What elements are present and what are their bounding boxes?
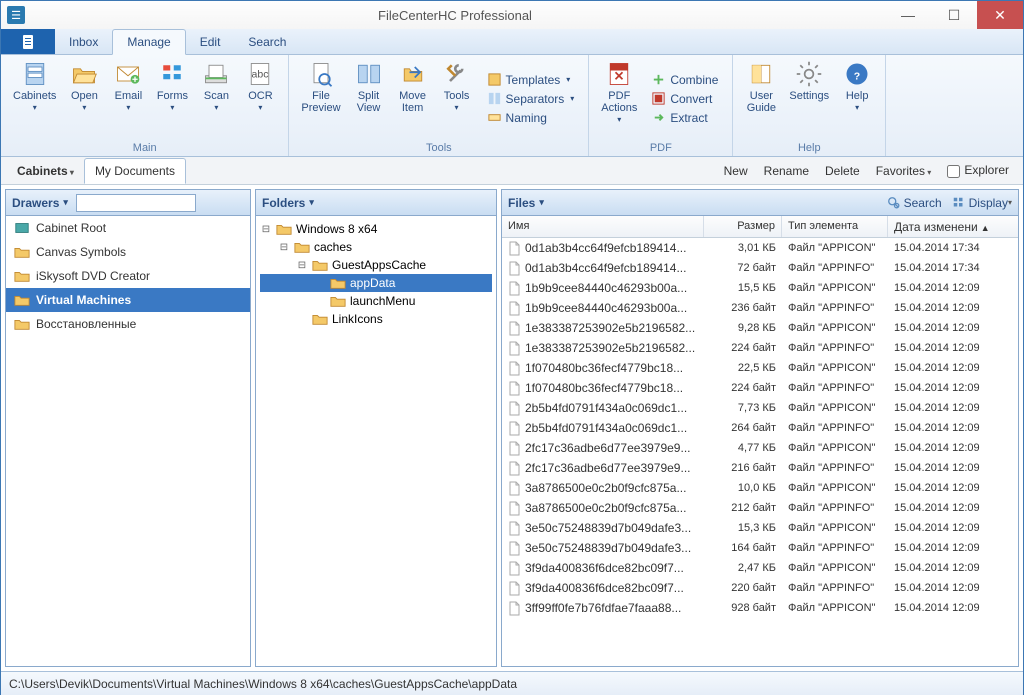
col-date[interactable]: Дата изменени ▲ (888, 216, 998, 237)
drawer-item[interactable]: Canvas Symbols (6, 240, 250, 264)
file-preview-button[interactable]: File Preview (295, 57, 346, 140)
file-row[interactable]: 0d1ab3b4cc64f9efcb189414...72 байтФайл "… (502, 258, 1018, 278)
tree-node[interactable]: launchMenu (260, 292, 492, 310)
drawer-item[interactable]: Восстановленные (6, 312, 250, 336)
titlebar: ☰ FileCenterHC Professional — ☐ ✕ (1, 1, 1023, 29)
scan-button[interactable]: Scan▾ (194, 57, 238, 140)
delete-action[interactable]: Delete (817, 164, 868, 178)
ocr-button[interactable]: abcOCR▾ (238, 57, 282, 140)
tab-search[interactable]: Search (234, 30, 300, 54)
rename-action[interactable]: Rename (756, 164, 817, 178)
svg-text:?: ? (854, 70, 860, 82)
tab-inbox[interactable]: Inbox (55, 30, 112, 54)
window-title: FileCenterHC Professional (25, 8, 885, 23)
drawer-item[interactable]: Virtual Machines (6, 288, 250, 312)
tab-edit[interactable]: Edit (186, 30, 235, 54)
tab-manage[interactable]: Manage (112, 29, 185, 55)
app-icon: ☰ (7, 6, 25, 24)
cabinets-button[interactable]: Cabinets▾ (7, 57, 62, 140)
file-row[interactable]: 2b5b4fd0791f434a0c069dc1...7,73 КБФайл "… (502, 398, 1018, 418)
drawers-header: Drawers▾ (6, 190, 250, 216)
group-main-label: Main (7, 140, 282, 156)
split-view-button[interactable]: Split View (347, 57, 391, 140)
settings-button[interactable]: Settings (783, 57, 835, 140)
file-row[interactable]: 1e383387253902e5b2196582...224 байтФайл … (502, 338, 1018, 358)
new-action[interactable]: New (716, 164, 756, 178)
files-panel: Files▾ Search Display Имя Размер Тип эле… (501, 189, 1019, 667)
tools-button[interactable]: Tools▾ (435, 57, 479, 140)
drawers-panel: Drawers▾ Cabinet RootCanvas SymbolsiSkys… (5, 189, 251, 667)
file-row[interactable]: 3a8786500e0c2b0f9cfc875a...212 байтФайл … (502, 498, 1018, 518)
file-row[interactable]: 3e50c75248839d7b049dafe3...164 байтФайл … (502, 538, 1018, 558)
minimize-button[interactable]: — (885, 1, 931, 29)
explorer-check[interactable]: Explorer (939, 163, 1017, 177)
move-item-button[interactable]: Move Item (391, 57, 435, 140)
file-row[interactable]: 1e383387253902e5b2196582...9,28 КБФайл "… (502, 318, 1018, 338)
files-column-header: Имя Размер Тип элемента Дата изменени ▲ (502, 216, 1018, 238)
separators-button[interactable]: Separators▾ (483, 89, 579, 108)
cabinets-dropdown[interactable]: Cabinets (7, 159, 84, 183)
main-area: Drawers▾ Cabinet RootCanvas SymbolsiSkys… (1, 185, 1023, 671)
tree-node[interactable]: ⊟Windows 8 x64 (260, 220, 492, 238)
file-row[interactable]: 1f070480bc36fecf4779bc18...224 байтФайл … (502, 378, 1018, 398)
svg-text:abc: abc (252, 69, 269, 81)
email-button[interactable]: Email▾ (106, 57, 150, 140)
file-row[interactable]: 3e50c75248839d7b049dafe3...15,3 КБФайл "… (502, 518, 1018, 538)
close-button[interactable]: ✕ (977, 1, 1023, 29)
files-header: Files▾ Search Display (502, 190, 1018, 216)
file-row[interactable]: 3f9da400836f6dce82bc09f7...220 байтФайл … (502, 578, 1018, 598)
tree-node[interactable]: LinkIcons (260, 310, 492, 328)
file-row[interactable]: 0d1ab3b4cc64f9efcb189414...3,01 КБФайл "… (502, 238, 1018, 258)
user-guide-button[interactable]: User Guide (739, 57, 783, 140)
favorites-action[interactable]: Favorites (868, 164, 940, 178)
naming-button[interactable]: Naming (483, 108, 579, 127)
menu-tabs: Inbox Manage Edit Search (1, 29, 1023, 55)
file-row[interactable]: 2fc17c36adbe6d77ee3979e9...216 байтФайл … (502, 458, 1018, 478)
drawers-filter-input[interactable] (76, 194, 196, 212)
file-row[interactable]: 2b5b4fd0791f434a0c069dc1...264 байтФайл … (502, 418, 1018, 438)
file-tab[interactable] (1, 29, 55, 54)
file-row[interactable]: 3a8786500e0c2b0f9cfc875a...10,0 КБФайл "… (502, 478, 1018, 498)
extract-button[interactable]: Extract (647, 108, 722, 127)
open-button[interactable]: Open▾ (62, 57, 106, 140)
combine-button[interactable]: Combine (647, 70, 722, 89)
status-bar: C:\Users\Devik\Documents\Virtual Machine… (1, 671, 1023, 695)
tree-node[interactable]: ⊟caches (260, 238, 492, 256)
group-help-label: Help (739, 140, 879, 156)
file-row[interactable]: 2fc17c36adbe6d77ee3979e9...4,77 КБФайл "… (502, 438, 1018, 458)
col-type[interactable]: Тип элемента (782, 216, 888, 237)
tab-my-documents[interactable]: My Documents (84, 158, 186, 184)
drawer-item[interactable]: iSkysoft DVD Creator (6, 264, 250, 288)
folders-header: Folders▾ (256, 190, 496, 216)
ribbon: Cabinets▾ Open▾ Email▾ Forms▾ Scan▾ abcO… (1, 55, 1023, 157)
help-button[interactable]: ?Help▾ (835, 57, 879, 140)
folders-panel: Folders▾ ⊟Windows 8 x64⊟caches⊟GuestApps… (255, 189, 497, 667)
pdf-actions-button[interactable]: PDF Actions▾ (595, 57, 643, 140)
tree-node[interactable]: appData (260, 274, 492, 292)
group-tools-label: Tools (295, 140, 582, 156)
convert-button[interactable]: Convert (647, 89, 722, 108)
col-name[interactable]: Имя (502, 216, 704, 237)
drawer-item[interactable]: Cabinet Root (6, 216, 250, 240)
cabinet-bar: Cabinets My Documents New Rename Delete … (1, 157, 1023, 185)
display-action[interactable]: Display (952, 196, 1012, 210)
search-action[interactable]: Search (887, 196, 942, 210)
forms-button[interactable]: Forms▾ (150, 57, 194, 140)
maximize-button[interactable]: ☐ (931, 1, 977, 29)
tree-node[interactable]: ⊟GuestAppsCache (260, 256, 492, 274)
file-row[interactable]: 1f070480bc36fecf4779bc18...22,5 КБФайл "… (502, 358, 1018, 378)
col-size[interactable]: Размер (704, 216, 782, 237)
group-pdf-label: PDF (595, 140, 726, 156)
file-row[interactable]: 3f9da400836f6dce82bc09f7...2,47 КБФайл "… (502, 558, 1018, 578)
templates-button[interactable]: Templates▾ (483, 70, 579, 89)
file-row[interactable]: 1b9b9cee84440c46293b00a...15,5 КБФайл "A… (502, 278, 1018, 298)
file-row[interactable]: 1b9b9cee84440c46293b00a...236 байтФайл "… (502, 298, 1018, 318)
file-row[interactable]: 3ff99ff0fe7b76fdfae7faaa88...928 байтФай… (502, 598, 1018, 618)
